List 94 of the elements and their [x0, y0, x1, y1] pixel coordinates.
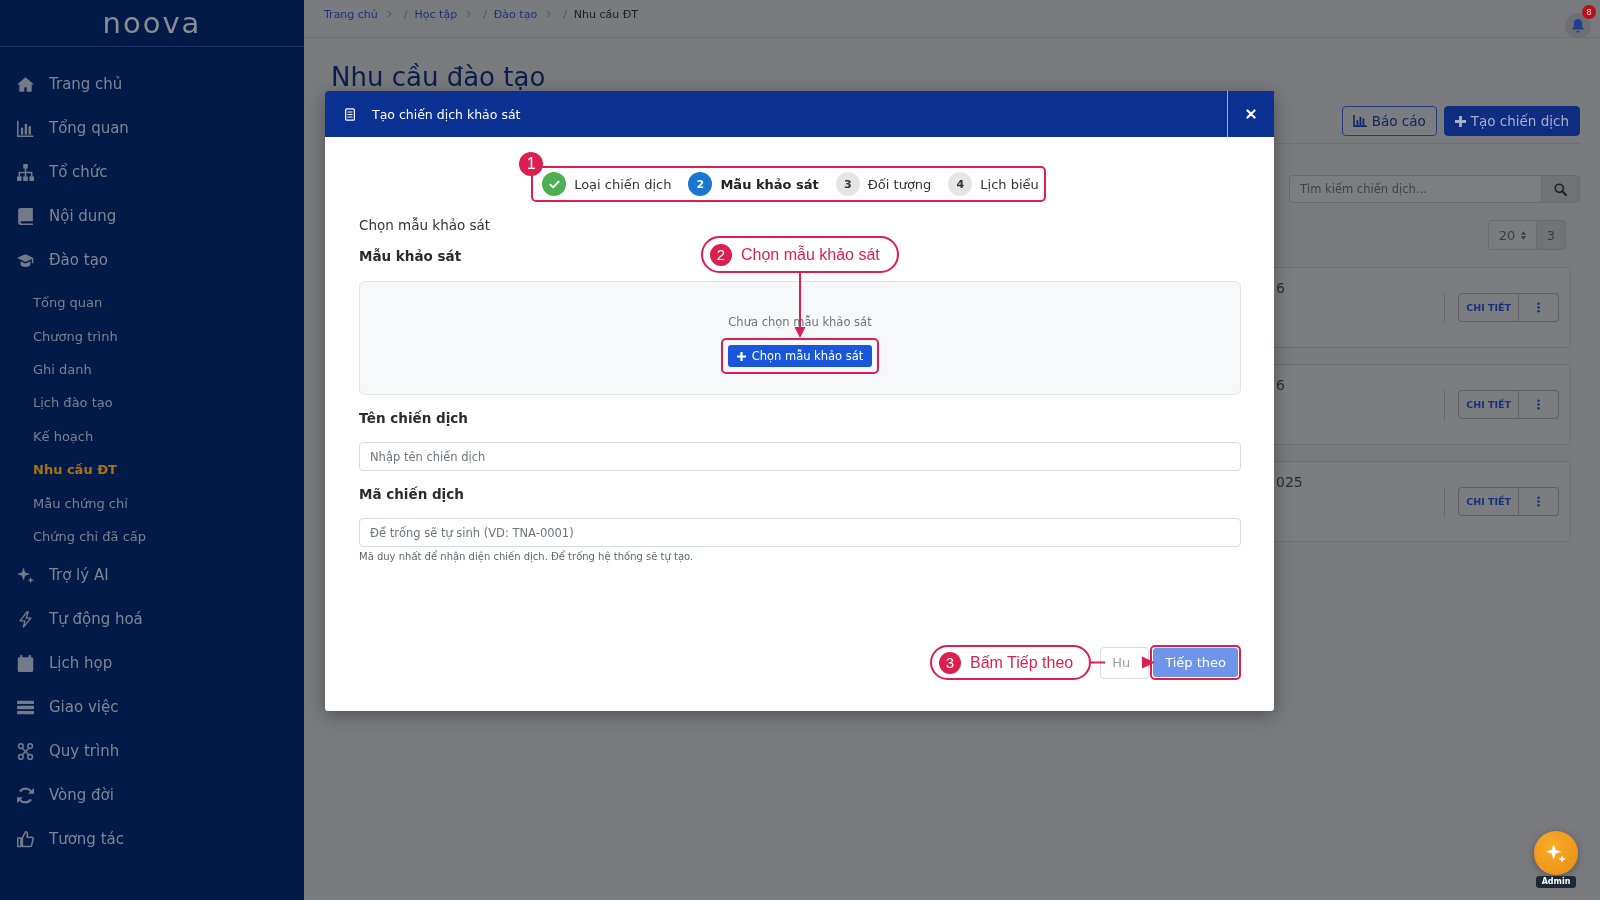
calendar-icon — [17, 654, 34, 672]
lightning-icon — [17, 610, 34, 628]
sidebar-item[interactable]: Tổng quan — [17, 106, 129, 150]
breadcrumb-divider: / — [483, 7, 487, 21]
choose-template-button[interactable]: Chọn mẫu khảo sát — [727, 345, 873, 367]
input-field[interactable]: Nhập tên chiến dịch — [359, 442, 1241, 471]
brand-logo[interactable]: noova — [102, 8, 202, 38]
breadcrumb-link[interactable]: Đào tạo — [493, 7, 538, 21]
report-button[interactable]: Báo cáo — [1341, 106, 1437, 136]
annotation-badge: 3 — [939, 651, 961, 674]
annotation-text: Chọn mẫu khảo sát — [741, 245, 880, 264]
sidebar-subitem[interactable]: Chứng chỉ đã cấp — [33, 519, 147, 554]
sidebar-subitem[interactable]: Tổng quan — [33, 286, 103, 320]
more-vertical-icon — [1537, 496, 1540, 507]
detail-button[interactable]: CHI TIẾT — [1458, 293, 1519, 322]
search-icon — [1554, 182, 1567, 196]
role-label: Admin — [1536, 876, 1576, 888]
breadcrumb-divider: / — [403, 7, 408, 21]
search-button[interactable] — [1541, 175, 1580, 203]
sidebar-item[interactable]: Vòng đời — [17, 773, 114, 818]
sparkle-icon — [17, 566, 34, 584]
sidebar-item[interactable]: Đào tạo — [17, 238, 108, 282]
sidebar-item[interactable]: Tự động hoá — [17, 597, 143, 642]
notification-badge: 8 — [1582, 5, 1596, 19]
sidebar-subitem[interactable]: Kế hoạch — [33, 419, 94, 453]
home-icon — [17, 75, 34, 93]
breadcrumb-link[interactable]: Học tập — [414, 7, 458, 21]
sort-caret-icon — [1521, 230, 1527, 240]
breadcrumb-link[interactable]: Trang chủ — [324, 7, 378, 21]
annotation-badge: 1 — [519, 152, 544, 176]
assistant-button[interactable] — [1534, 831, 1578, 875]
step-label: Đối tượng — [867, 176, 932, 192]
current-page-text: Nhu cầu ĐT — [573, 7, 638, 21]
create-campaign-button[interactable]: Tạo chiến dịch — [1443, 106, 1580, 136]
card-text: 025 — [1276, 473, 1303, 491]
more-vertical-icon — [1537, 399, 1540, 410]
search-field[interactable]: Tìm kiếm chiến dịch... — [1289, 175, 1541, 203]
bar-chart-icon — [17, 119, 34, 137]
sidebar-item[interactable]: Giao việc — [17, 685, 119, 730]
sidebar-subitem[interactable]: Mẫu chứng chỉ — [33, 486, 128, 520]
more-vertical-icon — [1537, 302, 1540, 313]
close-icon — [1246, 109, 1256, 119]
bell-icon — [1572, 19, 1584, 33]
sidebar-item[interactable]: Quy trình — [17, 729, 120, 774]
step-number: 2 — [688, 172, 713, 196]
sidebar-item[interactable]: Lịch họp — [17, 641, 113, 686]
cancel-button[interactable]: Hu — [1100, 646, 1150, 679]
bar-chart-icon — [1352, 115, 1367, 127]
field-label: Tên chiến dịch — [359, 409, 468, 428]
nodes-icon — [17, 742, 34, 760]
page-size-select[interactable]: 20 — [1488, 220, 1537, 250]
detail-button[interactable]: CHI TIẾT — [1458, 487, 1519, 516]
field-label: Mẫu khảo sát — [359, 247, 462, 266]
help-text: Mã duy nhất để nhận diện chiến dịch. Để trống hệ thống sẽ tự tạo. — [359, 550, 694, 564]
plus-icon — [1454, 115, 1466, 127]
sidebar-subitem[interactable]: Chương trình — [33, 319, 118, 353]
sidebar-item[interactable]: Nội dung — [17, 194, 117, 238]
card-text: 6 — [1276, 376, 1285, 394]
sparkle-icon — [1546, 843, 1566, 863]
field-label: Mã chiến dịch — [359, 485, 464, 504]
thumbs-up-icon — [17, 830, 34, 848]
breadcrumb-divider: / — [563, 7, 567, 21]
page-count: 3 — [1537, 220, 1566, 250]
modal-title: Tạo chiến dịch khảo sát — [372, 106, 521, 122]
step-number: 4 — [948, 172, 973, 196]
chevron-right-icon — [546, 10, 552, 18]
step-number: 3 — [835, 172, 860, 196]
page-title: Nhu cầu đào tạo — [331, 61, 546, 94]
sidebar-item[interactable]: Trang chủ — [17, 62, 123, 106]
refresh-icon — [17, 786, 34, 804]
detail-button[interactable]: CHI TIẾT — [1458, 390, 1519, 419]
stacked-bars-icon — [17, 698, 34, 716]
plus-icon — [736, 351, 746, 361]
annotation-text: Bấm Tiếp theo — [970, 653, 1074, 672]
sidebar-subitem[interactable]: Lịch đào tạo — [33, 386, 113, 420]
sidebar-item[interactable]: Trợ lý AI — [17, 553, 109, 598]
chevron-right-icon — [466, 10, 472, 18]
sidebar-subitem[interactable]: Ghi danh — [33, 352, 92, 387]
document-icon — [345, 107, 355, 121]
close-button[interactable] — [1227, 91, 1274, 137]
card-text: 6 — [1276, 279, 1285, 297]
step-label: Lịch biểu — [980, 176, 1039, 192]
sidebar-subitem[interactable]: Nhu cầu ĐT — [33, 452, 117, 487]
sidebar-item[interactable]: Tổ chức — [17, 150, 108, 194]
step-label: Loại chiến dịch — [574, 176, 672, 192]
book-icon — [17, 207, 34, 225]
input-field[interactable]: Để trống sẽ tự sinh (VD: TNA-0001) — [359, 518, 1241, 547]
sitemap-icon — [17, 163, 34, 181]
graduation-cap-icon — [17, 251, 34, 269]
annotation-badge: 2 — [710, 243, 732, 266]
chevron-right-icon — [386, 10, 392, 18]
section-title: Chọn mẫu khảo sát — [359, 216, 491, 235]
sidebar-item[interactable]: Tương tác — [17, 817, 124, 862]
step-label: Mẫu khảo sát — [720, 176, 819, 192]
